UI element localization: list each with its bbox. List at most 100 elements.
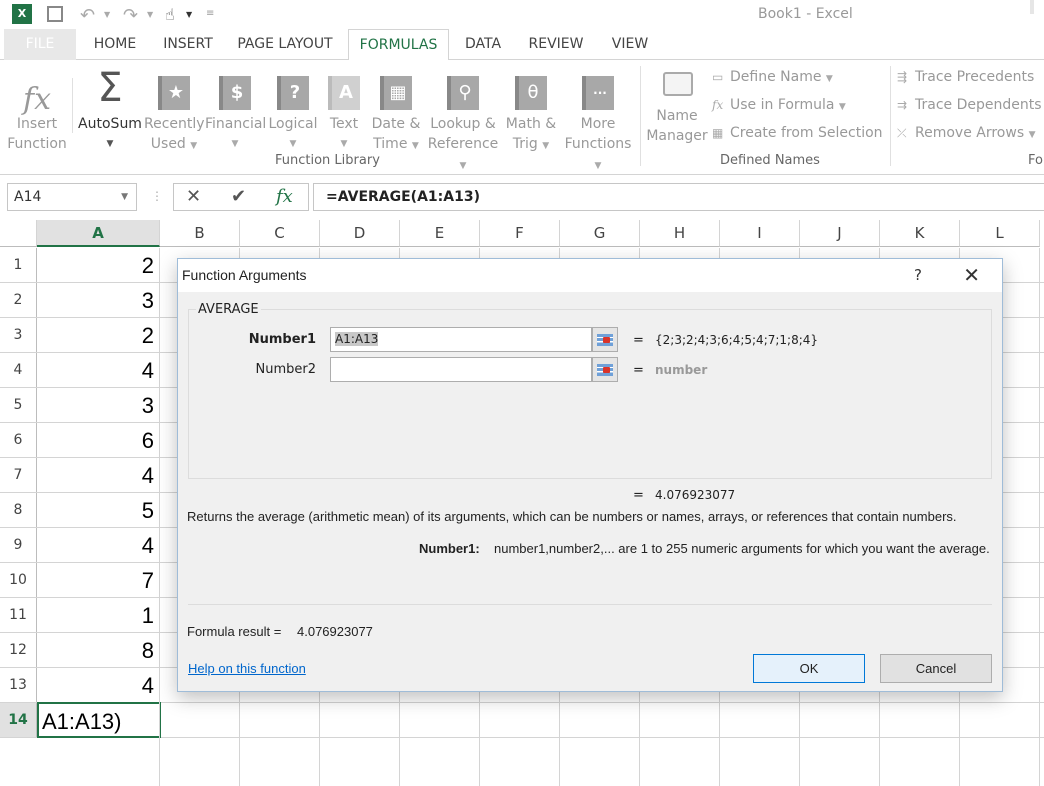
formula-input[interactable]: =AVERAGE(A1:A13) [313,183,1044,211]
column-header-g[interactable]: G [560,220,640,247]
cell-a11[interactable]: 1 [37,598,160,633]
tab-formulas[interactable]: FORMULAS [348,29,449,61]
column-header-b[interactable]: B [160,220,240,247]
close-icon[interactable]: ✕ [963,259,980,292]
dialog-title-bar[interactable]: Function Arguments [178,259,1002,292]
cell-a1[interactable]: 2 [37,248,160,283]
undo-icon[interactable]: ↶ [80,5,95,26]
cancel-button[interactable]: Cancel [880,654,992,683]
cell-a12[interactable]: 8 [37,633,160,668]
more-functions-button[interactable]: ··· More Functions ▼ [560,66,636,176]
define-name-icon: ▭ [712,70,724,84]
row-header-8[interactable]: 8 [0,493,37,528]
cell-a8[interactable]: 5 [37,493,160,528]
tab-view[interactable]: VIEW [600,29,660,60]
chevron-down-icon[interactable]: ▼ [121,184,128,210]
row-header-13[interactable]: 13 [0,668,37,703]
name-manager-button[interactable]: Name Manager [645,72,709,146]
row-header-6[interactable]: 6 [0,423,37,458]
redo-icon[interactable]: ↷ [123,5,138,26]
customize-qat-icon[interactable]: ≡ [206,8,214,26]
undo-dropdown-icon[interactable]: ▼ [104,10,110,28]
cell-a4[interactable]: 4 [37,353,160,388]
lookup-reference-button[interactable]: ⚲ Lookup & Reference ▼ [424,66,502,176]
row-header-3[interactable]: 3 [0,318,37,353]
ok-button[interactable]: OK [753,654,865,683]
cell-a7[interactable]: 4 [37,458,160,493]
separator [640,66,641,166]
text-button[interactable]: A Text ▼ [324,66,364,154]
active-cell-a14[interactable]: A1:A13) [37,702,161,738]
collapse-dialog-button[interactable] [592,357,618,382]
cancel-icon[interactable]: ✕ [186,186,201,207]
column-header-j[interactable]: J [800,220,880,247]
row-header-5[interactable]: 5 [0,388,37,423]
cell-a9[interactable]: 4 [37,528,160,563]
recently-used-button[interactable]: ★ Recently Used ▼ [144,66,205,156]
row-header-10[interactable]: 10 [0,563,37,598]
row-header-9[interactable]: 9 [0,528,37,563]
name-manager-icon [663,72,693,96]
column-header-f[interactable]: F [480,220,560,247]
cell-a5[interactable]: 3 [37,388,160,423]
help-on-function-link[interactable]: Help on this function [188,661,306,676]
tab-home[interactable]: HOME [82,29,148,60]
cell-a6[interactable]: 6 [37,423,160,458]
save-icon[interactable] [47,6,63,22]
column-header-e[interactable]: E [400,220,480,247]
column-header-h[interactable]: H [640,220,720,247]
use-in-formula-button[interactable]: fx Use in Formula ▼ [712,94,846,116]
column-header-d[interactable]: D [320,220,400,247]
column-header-a[interactable]: A [37,220,160,247]
column-header-l[interactable]: L [960,220,1040,247]
insert-function-icon[interactable]: fx [276,186,293,207]
number2-input[interactable] [330,357,592,382]
row-header-7[interactable]: 7 [0,458,37,493]
fx-icon: fx [22,82,52,117]
touch-mode-icon[interactable]: ☝ [165,5,175,24]
trace-precedents-button[interactable]: ⇶ Trace Precedents [897,66,1034,88]
cell-a3[interactable]: 2 [37,318,160,353]
math-trig-button[interactable]: θ Math & Trig ▼ [503,66,559,156]
cell-a13[interactable]: 4 [37,668,160,703]
collapse-dialog-button[interactable] [592,327,618,352]
chevron-down-icon: ▼ [106,139,114,149]
row-header-4[interactable]: 4 [0,353,37,388]
insert-function-button[interactable]: fx Insert Function [4,66,70,154]
resize-handle-icon[interactable]: ⋮ [151,189,163,203]
name-box[interactable]: A14 ▼ [7,183,137,211]
trace-dependents-button[interactable]: ⇉ Trace Dependents [897,94,1042,116]
tab-insert[interactable]: INSERT [156,29,220,60]
row-header-11[interactable]: 11 [0,598,37,633]
redo-dropdown-icon[interactable]: ▼ [147,10,153,28]
date-time-button[interactable]: ▦ Date & Time ▼ [368,66,424,156]
tab-page-layout[interactable]: PAGE LAYOUT [230,29,340,60]
touch-dropdown-icon[interactable]: ▼ [186,10,192,28]
range-select-icon [597,363,613,376]
number1-input[interactable]: A1:A13 [330,327,592,352]
tab-review[interactable]: REVIEW [519,29,593,60]
enter-icon[interactable]: ✔ [231,186,246,207]
create-from-selection-button[interactable]: ▦ Create from Selection [712,122,883,144]
column-header-i[interactable]: I [720,220,800,247]
financial-button[interactable]: $ Financial ▼ [205,66,266,154]
math-label: Math & [505,116,557,132]
tab-data[interactable]: DATA [455,29,511,60]
row-header-12[interactable]: 12 [0,633,37,668]
logical-label: Logical [268,116,318,132]
logical-button[interactable]: ? Logical ▼ [266,66,320,154]
lookup-label: Lookup & [430,116,496,132]
select-all-corner[interactable] [0,220,37,247]
help-icon[interactable]: ? [914,259,922,292]
define-name-button[interactable]: ▭ Define Name ▼ [712,66,833,88]
cell-a2[interactable]: 3 [37,283,160,318]
row-header-1[interactable]: 1 [0,248,37,283]
cell-a10[interactable]: 7 [37,563,160,598]
tab-file[interactable]: FILE [4,29,76,60]
column-header-c[interactable]: C [240,220,320,247]
column-header-k[interactable]: K [880,220,960,247]
row-header-2[interactable]: 2 [0,283,37,318]
remove-arrows-button[interactable]: ⤫ Remove Arrows ▼ [897,122,1035,144]
row-header-14[interactable]: 14 [0,703,37,738]
autosum-button[interactable]: Σ AutoSum ▼ [76,66,144,154]
